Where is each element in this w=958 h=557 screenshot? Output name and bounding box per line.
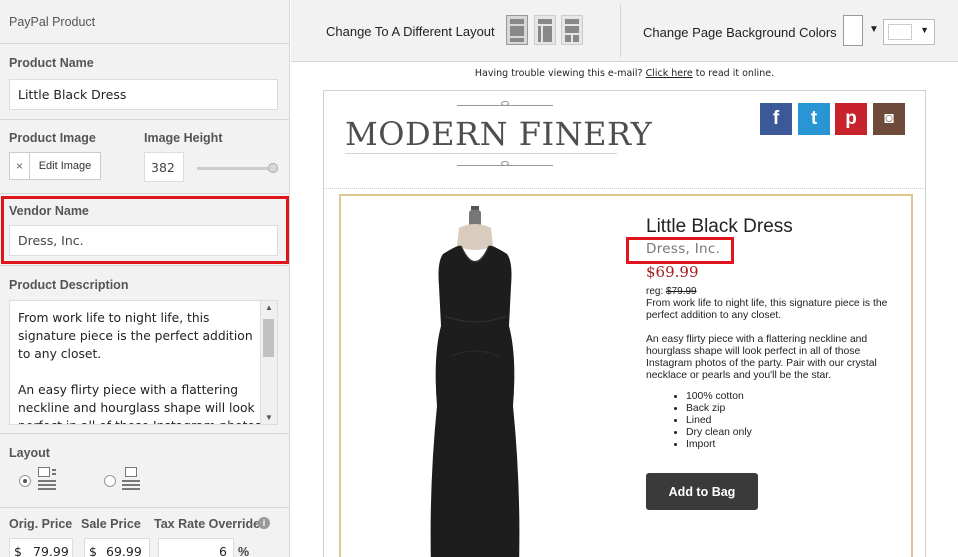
sidebar: PayPal Product Product Name Little Black… <box>0 0 290 557</box>
page-background-swatch[interactable] <box>843 15 863 46</box>
remove-image-button[interactable]: × <box>10 153 30 179</box>
layout-section: Layout <box>0 434 289 508</box>
email-preview: MODERN FINERY f t p ◙ Little Black Dress… <box>323 90 926 557</box>
layout-change-label: Change To A Different Layout <box>326 24 495 39</box>
image-height-slider-knob[interactable] <box>268 163 278 173</box>
product-description-text: From work life to night life, this signa… <box>18 311 261 424</box>
orig-price-value: 79.99 <box>33 544 69 557</box>
feature-item: Dry clean only <box>686 427 752 439</box>
product-name-input[interactable]: Little Black Dress <box>9 79 278 110</box>
image-height-slider[interactable] <box>197 167 273 170</box>
sale-price-input[interactable]: $ 69.99 <box>84 538 150 557</box>
tax-rate-label: Tax Rate Override <box>154 517 261 531</box>
twitter-icon[interactable]: t <box>798 103 830 135</box>
toolbar: Change To A Different Layout Change Page… <box>291 0 958 62</box>
feature-item: 100% cotton <box>686 391 752 403</box>
product-image-section: Product Image Image Height × Edit Image … <box>0 120 289 194</box>
layout-full-button[interactable] <box>506 15 528 45</box>
feature-item: Lined <box>686 415 752 427</box>
tax-rate-value: 6 <box>219 544 227 557</box>
product-title: Little Black Dress <box>646 216 793 237</box>
brand-logo: MODERN FINERY <box>345 115 653 153</box>
layout-option-image-left-radio[interactable] <box>19 475 31 487</box>
layout-three-column-button[interactable] <box>534 15 556 45</box>
content-background-dropdown[interactable]: ▼ <box>883 19 935 45</box>
chevron-down-icon[interactable]: ▼ <box>869 24 879 35</box>
pinterest-icon[interactable]: p <box>835 103 867 135</box>
orig-price-label: Orig. Price <box>9 517 73 531</box>
layout-option-image-top-radio[interactable] <box>104 475 116 487</box>
regular-price: reg: $79.99 <box>646 286 697 297</box>
info-icon[interactable]: i <box>258 517 270 529</box>
product-image-label: Product Image <box>9 131 96 145</box>
header-divider <box>324 188 925 189</box>
product-description-textarea[interactable]: From work life to night life, this signa… <box>9 300 278 425</box>
click-here-link[interactable]: Click here <box>646 68 693 79</box>
layout-label: Layout <box>9 446 50 460</box>
image-height-input[interactable]: 382 <box>144 152 184 182</box>
description-scrollbar[interactable]: ▲ ▼ <box>260 301 277 424</box>
facebook-icon[interactable]: f <box>760 103 792 135</box>
logo-ornament-top-swirl <box>501 101 509 106</box>
layout-image-top-icon[interactable] <box>122 467 140 491</box>
toolbar-divider <box>620 5 621 57</box>
scroll-down-icon[interactable]: ▼ <box>261 413 277 422</box>
image-height-label: Image Height <box>144 131 223 145</box>
image-control: × Edit Image <box>9 152 101 180</box>
scroll-thumb[interactable] <box>263 319 274 357</box>
sidebar-header: PayPal Product <box>0 0 289 44</box>
add-to-bag-button[interactable]: Add to Bag <box>646 473 758 510</box>
layout-two-column-button[interactable] <box>561 15 583 45</box>
scroll-up-icon[interactable]: ▲ <box>261 303 277 312</box>
trouble-tail: to read it online. <box>695 68 775 79</box>
product-description-label: Product Description <box>9 278 129 292</box>
product-description: From work life to night life, this signa… <box>646 298 888 381</box>
sidebar-title: PayPal Product <box>9 15 96 29</box>
product-features: 100% cotton Back zip Lined Dry clean onl… <box>686 391 752 451</box>
currency-symbol: $ <box>14 544 22 557</box>
logo-underline <box>345 153 617 154</box>
chevron-down-icon: ▼ <box>920 25 929 35</box>
sale-price-value: 69.99 <box>106 544 142 557</box>
trouble-text: Having trouble viewing this e-mail? <box>474 68 643 79</box>
vendor-name-highlight <box>1 196 289 264</box>
view-online-notice: Having trouble viewing this e-mail? Clic… <box>291 68 958 79</box>
regular-price-value: $79.99 <box>666 286 697 297</box>
vendor-highlight <box>626 237 734 264</box>
product-name-label: Product Name <box>9 56 94 70</box>
currency-symbol: $ <box>89 544 97 557</box>
regular-price-label: reg: <box>646 286 664 297</box>
product-card: Little Black Dress Dress, Inc. $69.99 re… <box>339 194 913 557</box>
content-background-swatch <box>888 24 912 40</box>
layout-image-left-icon[interactable] <box>38 467 56 491</box>
tax-rate-input[interactable]: 6 <box>158 538 234 557</box>
orig-price-input[interactable]: $ 79.99 <box>9 538 73 557</box>
feature-item: Import <box>686 439 752 451</box>
edit-image-button[interactable]: Edit Image <box>30 153 100 179</box>
product-price: $69.99 <box>646 263 699 281</box>
background-colors-label: Change Page Background Colors <box>643 25 837 40</box>
sale-price-label: Sale Price <box>81 517 141 531</box>
logo-ornament-bottom-swirl <box>501 161 509 166</box>
dress-image <box>430 206 520 557</box>
tax-unit: % <box>238 545 250 557</box>
product-name-section: Product Name Little Black Dress <box>0 44 289 120</box>
instagram-icon[interactable]: ◙ <box>873 103 905 135</box>
feature-item: Back zip <box>686 403 752 415</box>
